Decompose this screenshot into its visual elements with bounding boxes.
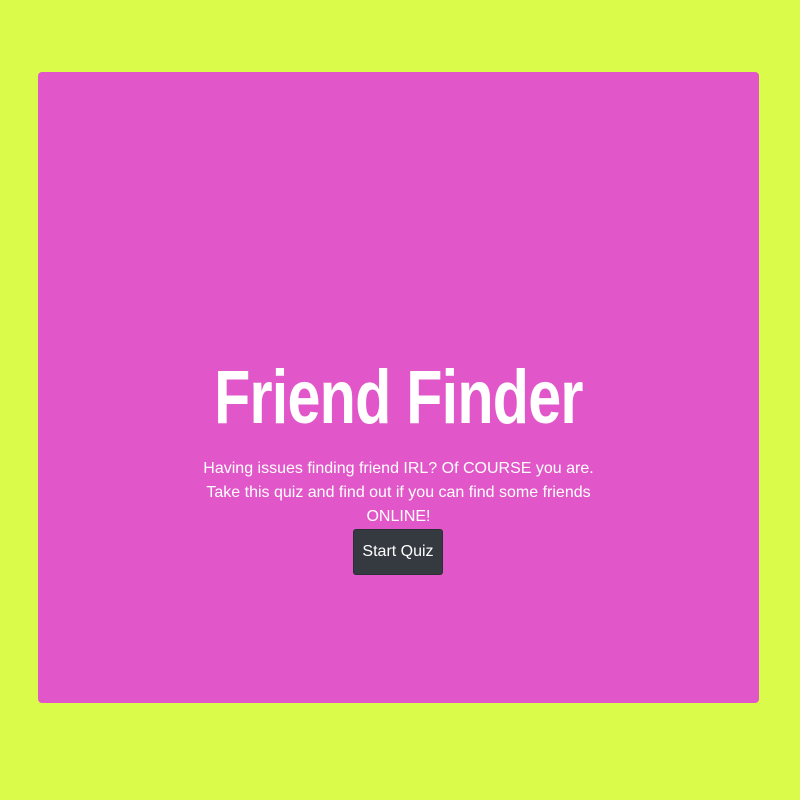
hero-card: Friend Finder Having issues finding frie…: [38, 72, 759, 703]
start-quiz-button[interactable]: Start Quiz: [353, 529, 443, 575]
page-title: Friend Finder: [214, 355, 583, 440]
page-description: Having issues finding friend IRL? Of COU…: [203, 460, 594, 525]
